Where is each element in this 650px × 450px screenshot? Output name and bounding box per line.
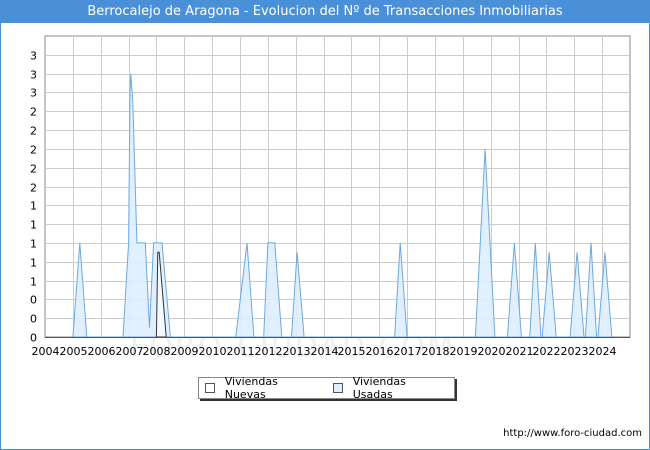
x-tick-label: 2012 <box>255 345 283 358</box>
y-tick-label: 3 <box>30 50 37 63</box>
y-tick-label: 1 <box>30 238 37 251</box>
x-tick-label: 2023 <box>561 345 589 358</box>
y-tick-label: 1 <box>30 219 37 232</box>
legend-label-usadas: Viviendas Usadas <box>352 375 406 401</box>
x-tick-label: 2022 <box>533 345 561 358</box>
x-tick-label: 2016 <box>366 345 394 358</box>
y-tick-label: 2 <box>30 163 37 176</box>
legend-item-usadas: Viviendas Usadas <box>332 375 446 401</box>
y-tick-label: 2 <box>30 182 37 195</box>
y-tick-label: 3 <box>30 87 37 100</box>
y-tick-label: 0 <box>30 332 37 345</box>
legend-label-nuevas: Viviendas Nuevas <box>224 375 278 401</box>
x-tick-label: 2015 <box>338 345 366 358</box>
x-tick-label: 2018 <box>422 345 450 358</box>
source-url: http://www.foro-ciudad.com <box>503 428 642 439</box>
y-tick-label: 0 <box>30 313 37 326</box>
x-tick-label: 2011 <box>227 345 255 358</box>
x-tick-label: 2017 <box>394 345 422 358</box>
y-tick-label: 2 <box>30 106 37 119</box>
x-tick-label: 2007 <box>116 345 144 358</box>
x-tick-label: 2021 <box>506 345 534 358</box>
legend-item-nuevas: Viviendas Nuevas <box>205 375 319 401</box>
y-tick-label: 1 <box>30 276 37 289</box>
y-tick-label: 2 <box>30 144 37 157</box>
y-tick-label: 3 <box>30 69 37 82</box>
x-tick-label: 2004 <box>32 345 60 358</box>
x-tick-label: 2009 <box>171 345 199 358</box>
x-tick-label: 2006 <box>88 345 116 358</box>
y-tick-label: 0 <box>30 294 37 307</box>
legend-swatch-nuevas <box>205 383 215 393</box>
y-tick-label: 2 <box>30 125 37 138</box>
x-tick-label: 2010 <box>199 345 227 358</box>
chart-legend: Viviendas Nuevas Viviendas Usadas <box>198 375 455 401</box>
x-tick-label: 2014 <box>311 345 339 358</box>
x-tick-label: 2013 <box>283 345 311 358</box>
y-tick-label: 1 <box>30 257 37 270</box>
x-tick-label: 2020 <box>478 345 506 358</box>
y-tick-label: 1 <box>30 200 37 213</box>
x-tick-label: 2008 <box>143 345 171 358</box>
x-tick-label: 2024 <box>589 345 617 358</box>
x-tick-label: 2019 <box>450 345 478 358</box>
legend-swatch-usadas <box>332 383 343 393</box>
x-tick-label: 2005 <box>60 345 88 358</box>
